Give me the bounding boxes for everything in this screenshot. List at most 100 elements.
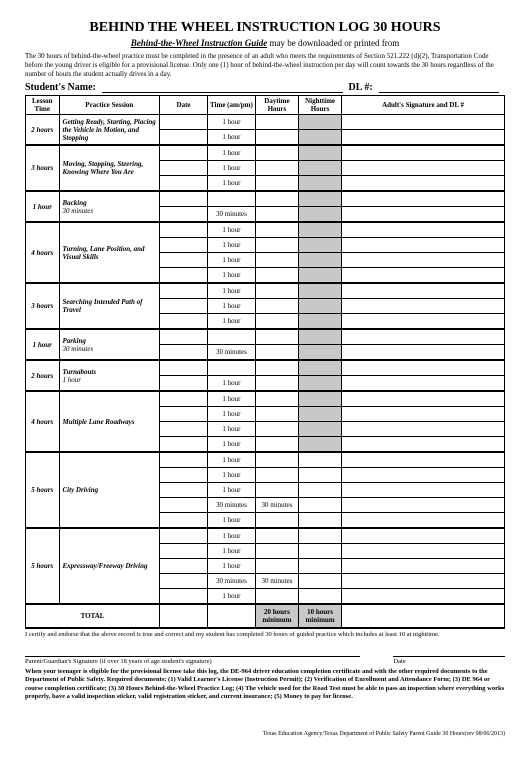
cell-sig[interactable] — [342, 207, 505, 223]
cell-time[interactable] — [207, 329, 255, 345]
cell-sig[interactable] — [342, 437, 505, 453]
cell-date[interactable] — [160, 345, 208, 361]
cell-day[interactable] — [255, 299, 298, 314]
cell-sig[interactable] — [342, 314, 505, 330]
cell-sig[interactable] — [342, 238, 505, 253]
cell-sig[interactable] — [342, 176, 505, 192]
cell-day[interactable] — [255, 528, 298, 544]
cell-night[interactable] — [298, 574, 341, 589]
cell-date[interactable] — [160, 161, 208, 176]
cell-sig[interactable] — [342, 498, 505, 513]
cell-sig[interactable] — [342, 360, 505, 376]
cell-sig[interactable] — [342, 130, 505, 146]
cell-time[interactable] — [207, 191, 255, 207]
cell-day[interactable] — [255, 222, 298, 238]
cell-day[interactable] — [255, 483, 298, 498]
cell-day[interactable] — [255, 360, 298, 376]
cell-sig[interactable] — [342, 559, 505, 574]
cell-day[interactable] — [255, 207, 298, 223]
cell-sig[interactable] — [342, 483, 505, 498]
cell-day[interactable] — [255, 253, 298, 268]
cell-day[interactable] — [255, 191, 298, 207]
cell-day[interactable] — [255, 391, 298, 407]
cell-date[interactable] — [160, 513, 208, 529]
cell-day[interactable] — [255, 407, 298, 422]
cell-night[interactable] — [298, 528, 341, 544]
dl-field[interactable] — [379, 82, 499, 93]
cell-date[interactable] — [160, 253, 208, 268]
cell-sig[interactable] — [342, 422, 505, 437]
cell-night[interactable] — [298, 513, 341, 529]
cell-date[interactable] — [160, 299, 208, 314]
cell-date[interactable] — [160, 329, 208, 345]
cell-date[interactable] — [160, 544, 208, 559]
cell-sig[interactable] — [342, 345, 505, 361]
cell-day[interactable] — [255, 268, 298, 284]
cell-date[interactable] — [160, 498, 208, 513]
cell-date[interactable] — [160, 283, 208, 299]
cell-night[interactable] — [298, 498, 341, 513]
cell-day[interactable] — [255, 513, 298, 529]
cell-day[interactable] — [255, 468, 298, 483]
cell-sig[interactable] — [342, 222, 505, 238]
cell-day[interactable] — [255, 345, 298, 361]
cell-day[interactable] — [255, 544, 298, 559]
cell-night[interactable] — [298, 589, 341, 605]
cell-date[interactable] — [160, 574, 208, 589]
cell-date[interactable] — [160, 207, 208, 223]
cell-day[interactable] — [255, 314, 298, 330]
cell-sig[interactable] — [342, 407, 505, 422]
cell-date[interactable] — [160, 238, 208, 253]
cell-date[interactable] — [160, 391, 208, 407]
cell-date[interactable] — [160, 452, 208, 468]
cell-sig[interactable] — [342, 574, 505, 589]
cell-date[interactable] — [160, 222, 208, 238]
cell-day[interactable] — [255, 176, 298, 192]
cell-day[interactable] — [255, 559, 298, 574]
cell-night[interactable] — [298, 544, 341, 559]
cell-date[interactable] — [160, 130, 208, 146]
cell-date[interactable] — [160, 437, 208, 453]
cell-sig[interactable] — [342, 253, 505, 268]
cell-sig[interactable] — [342, 283, 505, 299]
cell-sig[interactable] — [342, 528, 505, 544]
cell-sig[interactable] — [342, 145, 505, 161]
cell-night[interactable] — [298, 483, 341, 498]
cell-date[interactable] — [160, 145, 208, 161]
cell-date[interactable] — [160, 191, 208, 207]
cell-date[interactable] — [160, 468, 208, 483]
cell-night[interactable] — [298, 468, 341, 483]
cell-day[interactable] — [255, 422, 298, 437]
cell-date[interactable] — [160, 115, 208, 130]
cell-day[interactable] — [255, 437, 298, 453]
cell-sig[interactable] — [342, 391, 505, 407]
cell-sig[interactable] — [342, 329, 505, 345]
cell-sig[interactable] — [342, 513, 505, 529]
cell-date[interactable] — [160, 407, 208, 422]
cell-date[interactable] — [160, 176, 208, 192]
cell-day[interactable] — [255, 115, 298, 130]
cell-sig[interactable] — [342, 544, 505, 559]
cell-day[interactable] — [255, 329, 298, 345]
cell-day[interactable] — [255, 589, 298, 605]
cell-day[interactable] — [255, 376, 298, 392]
cell-sig[interactable] — [342, 589, 505, 605]
cell-time[interactable] — [207, 360, 255, 376]
cell-date[interactable] — [160, 483, 208, 498]
cell-date[interactable] — [160, 559, 208, 574]
cell-sig[interactable] — [342, 452, 505, 468]
cell-date[interactable] — [160, 360, 208, 376]
cell-day[interactable] — [255, 238, 298, 253]
cell-sig[interactable] — [342, 161, 505, 176]
cell-date[interactable] — [160, 422, 208, 437]
cell-date[interactable] — [160, 314, 208, 330]
cell-night[interactable] — [298, 452, 341, 468]
cell-date[interactable] — [160, 376, 208, 392]
cell-day[interactable] — [255, 145, 298, 161]
cell-sig[interactable] — [342, 468, 505, 483]
cell-night[interactable] — [298, 559, 341, 574]
cell-day[interactable] — [255, 130, 298, 146]
cell-date[interactable] — [160, 268, 208, 284]
cell-sig[interactable] — [342, 191, 505, 207]
student-name-field[interactable] — [102, 82, 343, 93]
